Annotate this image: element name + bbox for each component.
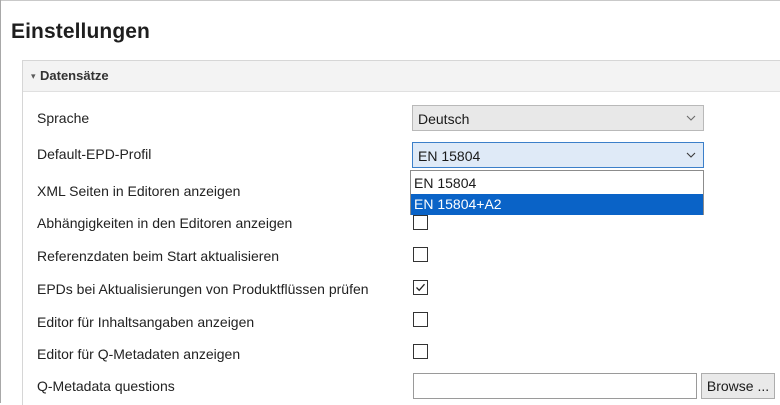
- show-q-metadata-editor-checkbox[interactable]: [413, 344, 428, 359]
- section-header[interactable]: ▾ Datensätze: [23, 61, 780, 92]
- show-dependencies-label: Abhängigkeiten in den Editoren anzeigen: [37, 215, 293, 231]
- show-content-editor-label: Editor für Inhaltsangaben anzeigen: [37, 314, 255, 330]
- page-title: Einstellungen: [11, 20, 150, 43]
- dropdown-option-en15804-a2[interactable]: EN 15804+A2: [411, 194, 703, 215]
- show-dependencies-checkbox[interactable]: [413, 215, 428, 230]
- dropdown-option-en15804[interactable]: EN 15804: [411, 173, 703, 194]
- show-xml-pages-label: XML Seiten in Editoren anzeigen: [37, 183, 241, 199]
- section-title: Datensätze: [40, 68, 109, 83]
- language-select[interactable]: Deutsch: [412, 105, 704, 131]
- caret-down-icon[interactable]: ▾: [31, 70, 36, 82]
- epd-profile-select[interactable]: EN 15804: [412, 142, 704, 168]
- update-reference-data-checkbox[interactable]: [413, 247, 428, 262]
- show-content-editor-checkbox[interactable]: [413, 312, 428, 327]
- chevron-down-icon: [686, 152, 696, 158]
- epd-profile-select-value: EN 15804: [418, 148, 481, 164]
- epd-profile-dropdown: EN 15804 EN 15804+A2: [410, 170, 704, 215]
- epd-profile-label: Default-EPD-Profil: [37, 146, 152, 162]
- check-epds-checkbox[interactable]: [413, 280, 428, 295]
- check-epds-label: EPDs bei Aktualisierungen von Produktflü…: [37, 281, 369, 297]
- show-q-metadata-editor-label: Editor für Q-Metadaten anzeigen: [37, 346, 241, 362]
- chevron-down-icon: [686, 115, 696, 121]
- browse-button[interactable]: Browse ...: [701, 373, 775, 399]
- q-metadata-questions-label: Q-Metadata questions: [37, 378, 175, 394]
- language-label: Sprache: [37, 110, 90, 126]
- window-top-border: [0, 0, 780, 1]
- window-left-border: [0, 0, 1, 403]
- checkmark-icon: [416, 283, 425, 292]
- update-reference-data-label: Referenzdaten beim Start aktualisieren: [37, 248, 280, 264]
- q-metadata-questions-input[interactable]: [413, 373, 697, 399]
- language-select-value: Deutsch: [418, 111, 470, 127]
